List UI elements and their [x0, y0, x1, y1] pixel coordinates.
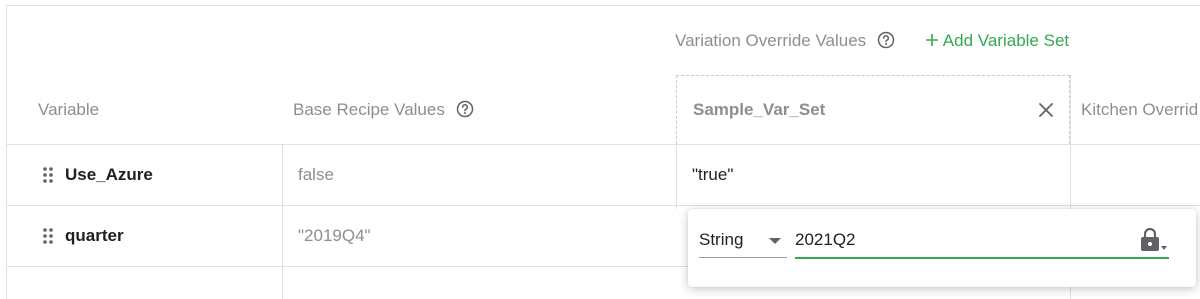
column-header-kitchen-override: Kitchen Overrid: [1081, 100, 1199, 119]
type-select-value: String: [699, 230, 744, 249]
column-header-base-recipe: Base Recipe Values: [293, 100, 474, 120]
value-input[interactable]: 2021Q2: [795, 227, 1169, 259]
drag-handle-icon[interactable]: [42, 227, 54, 245]
variation-override-label: Variation Override Values: [675, 31, 867, 50]
override-value[interactable]: "true": [692, 165, 733, 185]
help-icon[interactable]: [877, 31, 895, 49]
column-divider: [282, 144, 283, 299]
value-input-text: 2021Q2: [795, 230, 856, 249]
row-divider: [6, 205, 1200, 206]
row-divider: [6, 266, 688, 267]
add-variable-set-label: Add Variable Set: [942, 31, 1070, 50]
type-select[interactable]: String: [699, 227, 787, 258]
variable-set-name[interactable]: Sample_Var_Set: [693, 100, 825, 120]
lock-icon[interactable]: [1139, 227, 1169, 253]
close-icon[interactable]: [1038, 102, 1054, 118]
variable-name: Use_Azure: [65, 165, 153, 184]
value-editor-popup: String 2021Q2: [688, 209, 1196, 287]
column-header-variable: Variable: [38, 100, 100, 119]
plus-icon: [926, 34, 938, 46]
dropdown-arrow-icon: [769, 238, 781, 244]
base-value: false: [298, 165, 334, 184]
base-recipe-label: Base Recipe Values: [293, 100, 445, 119]
drag-handle-icon[interactable]: [42, 166, 54, 184]
header-divider: [6, 144, 1200, 145]
column-divider: [1070, 75, 1071, 209]
base-value: "2019Q4": [298, 226, 371, 245]
variable-name: quarter: [65, 226, 124, 245]
help-icon[interactable]: [456, 100, 474, 118]
add-variable-set-button[interactable]: Add Variable Set: [925, 31, 1069, 51]
column-divider: [1070, 287, 1071, 299]
column-divider: [676, 144, 677, 209]
variation-override-header: Variation Override Values: [675, 31, 895, 51]
